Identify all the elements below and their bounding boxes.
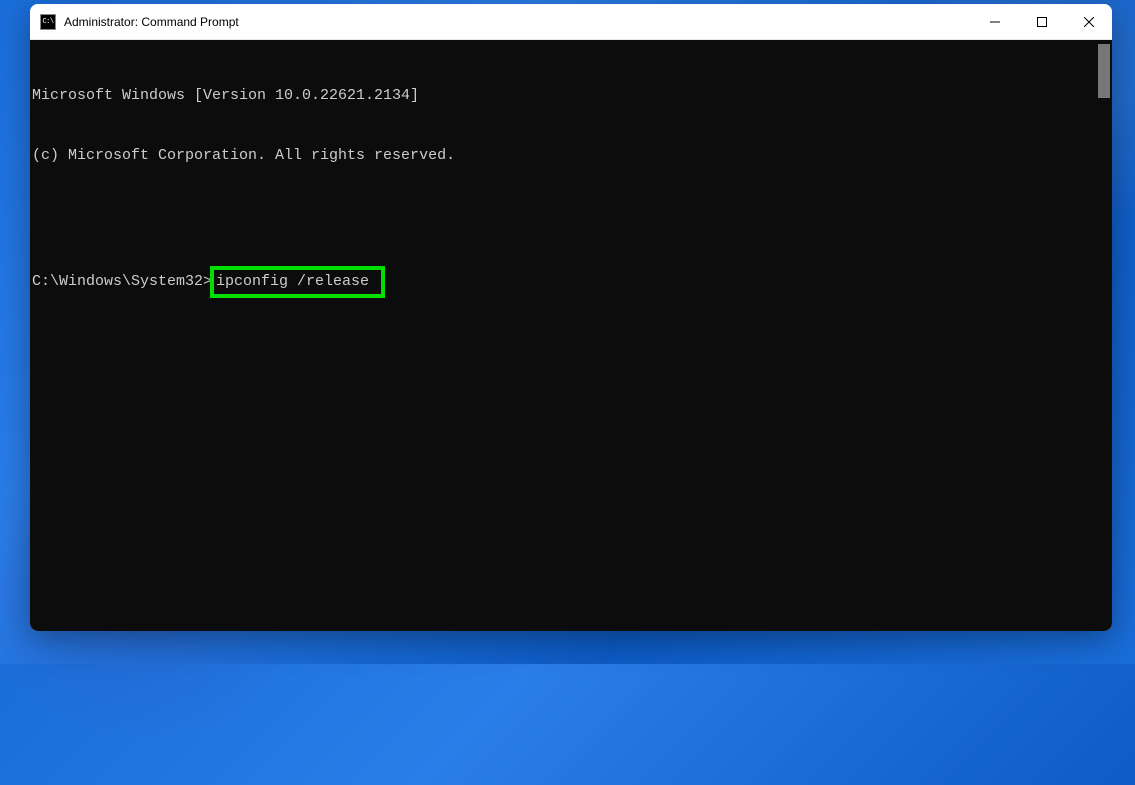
maximize-icon <box>1037 17 1047 27</box>
window-titlebar[interactable]: C:\ Administrator: Command Prompt <box>30 4 1112 40</box>
maximize-button[interactable] <box>1018 4 1065 40</box>
cmd-icon-text: C:\ <box>42 18 53 26</box>
command-prompt-window: C:\ Administrator: Command Prompt <box>30 4 1112 631</box>
terminal-area[interactable]: Microsoft Windows [Version 10.0.22621.21… <box>30 40 1112 631</box>
close-icon <box>1084 17 1094 27</box>
terminal-copyright-line: (c) Microsoft Corporation. All rights re… <box>32 146 1112 166</box>
terminal-scrollbar[interactable] <box>1098 44 1110 98</box>
minimize-button[interactable] <box>971 4 1018 40</box>
terminal-command: ipconfig /release <box>216 273 369 290</box>
terminal-prompt-line: C:\Windows\System32>ipconfig /release <box>32 266 1112 298</box>
terminal-header-line: Microsoft Windows [Version 10.0.22621.21… <box>32 86 1112 106</box>
minimize-icon <box>990 17 1000 27</box>
close-button[interactable] <box>1065 4 1112 40</box>
window-controls <box>971 4 1112 40</box>
terminal-content: Microsoft Windows [Version 10.0.22621.21… <box>30 40 1112 338</box>
window-title: Administrator: Command Prompt <box>64 15 239 29</box>
terminal-prompt: C:\Windows\System32> <box>32 272 212 292</box>
terminal-blank-line <box>32 206 1112 226</box>
command-highlight: ipconfig /release <box>210 266 385 298</box>
cmd-icon: C:\ <box>40 14 56 30</box>
